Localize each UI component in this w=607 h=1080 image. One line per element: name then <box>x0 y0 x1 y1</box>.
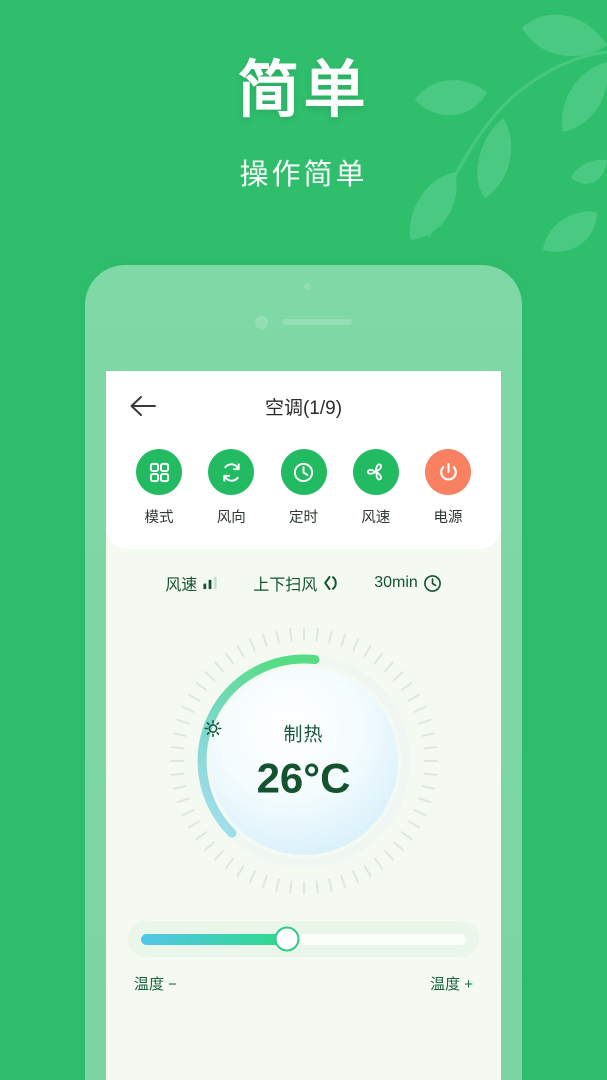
screen-title: 空调(1/9) <box>264 397 343 419</box>
slider-fill <box>141 933 288 945</box>
quick-button-label: 电源 <box>433 510 463 526</box>
slider-rail <box>141 926 466 952</box>
status-label: 风速 <box>165 577 198 594</box>
wind-direction-button-circle <box>208 449 255 495</box>
quick-button-label: 定时 <box>289 510 318 526</box>
power-button-circle <box>425 449 471 495</box>
status-label: 30min <box>374 574 418 591</box>
quick-button-fan-speed[interactable]: 风速 <box>349 449 403 527</box>
clock-icon <box>293 462 314 482</box>
temperature-dial-area: 制热 26°C <box>106 611 501 911</box>
fan-speed-button-circle <box>352 449 399 495</box>
dial-temperature-value: 26°C <box>256 754 351 802</box>
swirl-refresh-icon <box>223 462 240 482</box>
timer-button-circle <box>280 449 327 495</box>
phone-mockup: 空调(1/9) 模式 风向 定时 风速 电源 风速 上下扫风 30min 制热 … <box>85 265 522 1080</box>
phone-speaker <box>282 319 352 325</box>
swing-arc-icon <box>324 576 337 590</box>
clock-outline-icon <box>423 574 441 592</box>
sun-icon <box>203 719 222 738</box>
status-swing-mode[interactable]: 上下扫风 <box>253 571 340 595</box>
nav-bar: 空调(1/9) <box>106 371 501 441</box>
phone-camera-icon <box>255 315 268 329</box>
phone-sensor-dot <box>303 283 311 290</box>
quick-button-label: 模式 <box>144 510 174 526</box>
slider-labels: 温度 − 温度 + <box>128 973 479 994</box>
dial-readout: 制热 26°C <box>203 719 404 803</box>
quick-button-power[interactable]: 电源 <box>421 449 475 527</box>
signal-bars-icon <box>203 576 217 589</box>
dial-mode-row: 制热 <box>203 719 404 747</box>
phone-notch <box>85 311 522 333</box>
status-timer[interactable]: 30min <box>374 574 442 593</box>
back-button[interactable] <box>128 393 160 419</box>
quick-button-timer[interactable]: 定时 <box>277 449 331 527</box>
temperature-increase-label[interactable]: 温度 + <box>430 973 473 994</box>
status-label: 上下扫风 <box>253 577 318 594</box>
temperature-slider[interactable] <box>128 921 479 957</box>
mode-button-circle <box>136 449 182 495</box>
promo-header: 简单 操作简单 <box>0 0 607 265</box>
temperature-decrease-label[interactable]: 温度 − <box>134 973 177 994</box>
status-fan-speed[interactable]: 风速 <box>165 571 219 595</box>
page-subtitle: 操作简单 <box>239 159 368 192</box>
quick-button-label: 风向 <box>216 510 246 526</box>
control-card: 空调(1/9) 模式 风向 定时 风速 电源 <box>106 371 501 549</box>
quick-button-label: 风速 <box>361 510 391 526</box>
dial-mode-label: 制热 <box>283 724 324 746</box>
temperature-dial[interactable]: 制热 26°C <box>163 620 445 902</box>
fan-icon <box>366 463 382 481</box>
quick-button-wind-direction[interactable]: 风向 <box>204 449 258 527</box>
temperature-slider-block: 温度 − 温度 + <box>106 911 501 994</box>
quick-button-mode[interactable]: 模式 <box>132 449 186 527</box>
app-screen: 空调(1/9) 模式 风向 定时 风速 电源 风速 上下扫风 30min 制热 … <box>106 371 501 1080</box>
quick-button-row: 模式 风向 定时 风速 电源 <box>106 441 501 527</box>
grid-icon <box>149 462 169 482</box>
arrow-left-icon <box>130 396 156 416</box>
status-strip: 风速 上下扫风 30min <box>106 555 501 611</box>
slider-thumb[interactable] <box>274 926 300 952</box>
power-icon <box>439 462 457 480</box>
page-title: 简单 <box>237 56 370 125</box>
